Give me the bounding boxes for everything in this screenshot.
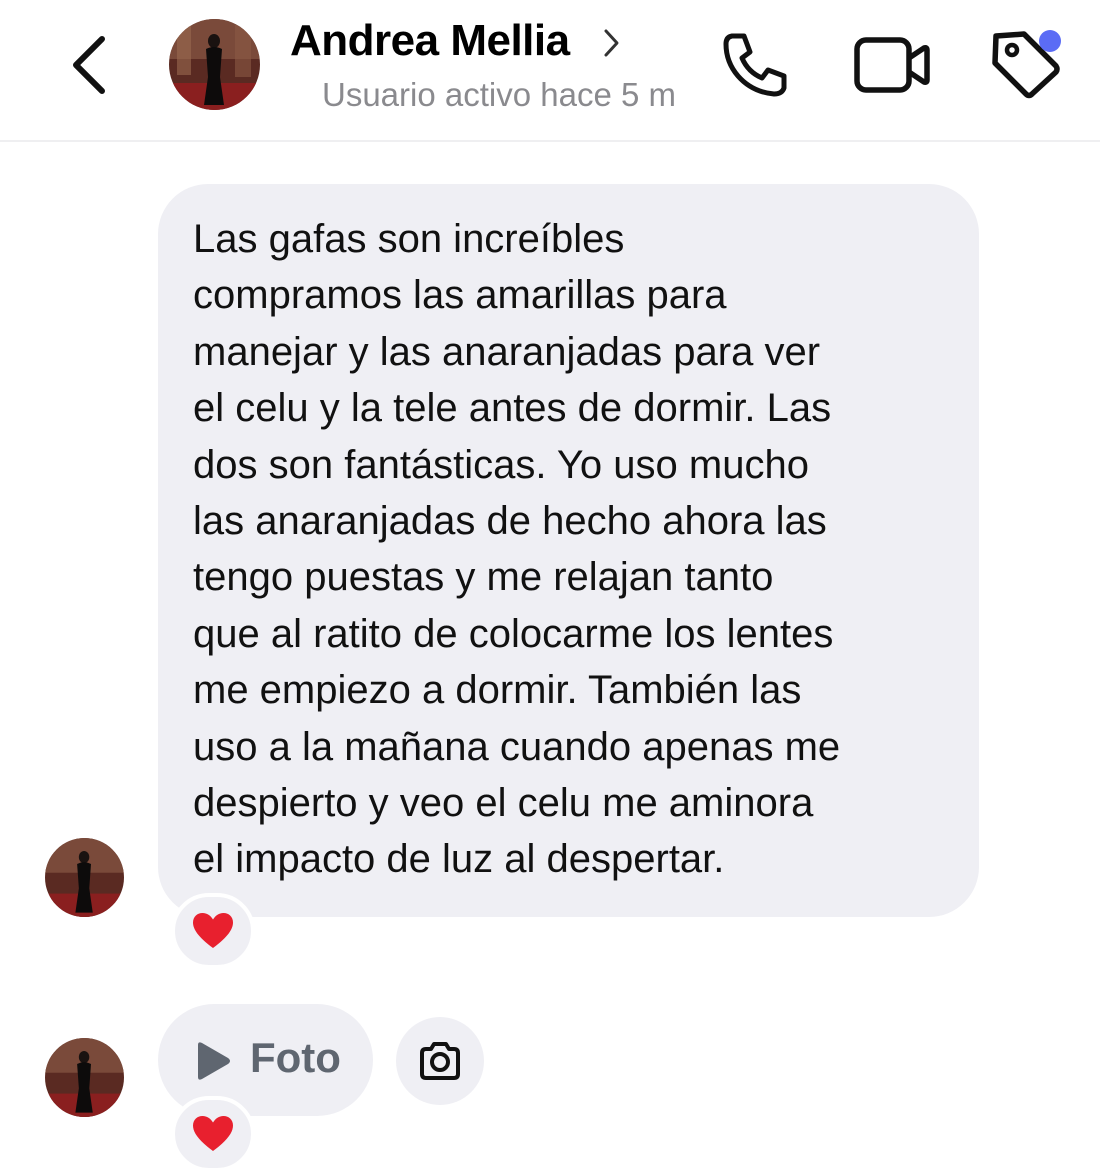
active-status: Usuario activo hace 5 m xyxy=(322,76,676,113)
message-line: compramos las amarillas para xyxy=(193,273,727,318)
message-text: Las gafas son increíbles compramos las a… xyxy=(193,211,953,888)
chevron-right-icon[interactable] xyxy=(598,26,624,60)
heart-icon xyxy=(193,1116,233,1151)
sender-avatar[interactable] xyxy=(45,1038,124,1117)
notification-dot xyxy=(1039,30,1061,52)
heart-reaction[interactable] xyxy=(171,893,255,969)
video-camera-icon[interactable] xyxy=(852,32,932,98)
message-line: manejar y las anaranjadas para ver xyxy=(193,329,821,374)
message-line: el impacto de luz al despertar. xyxy=(193,837,725,882)
message-line: despierto y veo el celu me aminora xyxy=(193,781,814,826)
message-line: que al ratito de colocarme los lentes xyxy=(193,611,834,656)
message-line: el celu y la tele antes de dormir. Las xyxy=(193,386,832,431)
camera-icon xyxy=(420,1042,460,1080)
contact-name[interactable]: Andrea Mellia xyxy=(290,16,570,66)
sender-avatar[interactable] xyxy=(45,838,124,917)
message-line: me empiezo a dormir. También las xyxy=(193,668,802,713)
message-line: uso a la mañana cuando apenas me xyxy=(193,724,841,769)
message-line: tengo puestas y me relajan tanto xyxy=(193,555,774,600)
message-line: las anaranjadas de hecho ahora las xyxy=(193,499,827,544)
play-icon xyxy=(198,1042,230,1080)
message-line: dos son fantásticas. Yo uso mucho xyxy=(193,442,809,487)
phone-icon[interactable] xyxy=(718,28,794,100)
heart-icon xyxy=(193,913,233,948)
photo-label: Foto xyxy=(250,1034,341,1081)
contact-avatar[interactable] xyxy=(169,19,260,110)
back-chevron-icon[interactable] xyxy=(62,30,122,100)
camera-button[interactable] xyxy=(396,1017,484,1105)
heart-reaction[interactable] xyxy=(171,1096,255,1172)
message-line: Las gafas son increíbles xyxy=(193,217,625,261)
chat-header: Andrea Mellia Usuario activo hace 5 m xyxy=(0,0,1100,142)
